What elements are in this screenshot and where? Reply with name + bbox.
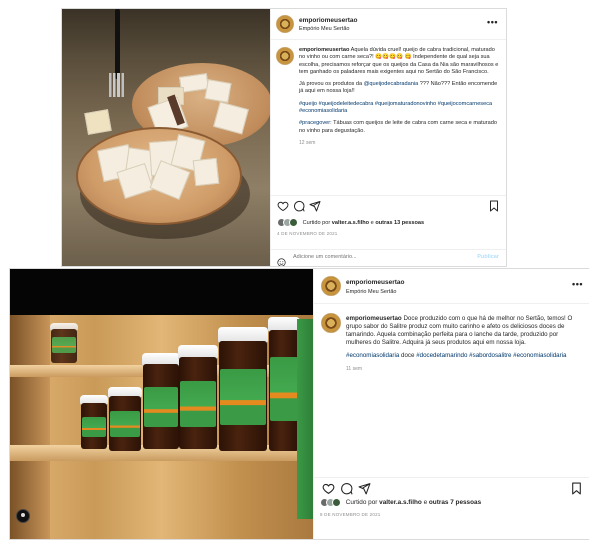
hashtag-pracegover[interactable]: #pracegover bbox=[299, 120, 330, 126]
liker-avatar bbox=[289, 218, 298, 227]
avatar[interactable] bbox=[321, 313, 341, 333]
heart-icon[interactable] bbox=[277, 200, 289, 212]
comment-box: Publicar bbox=[271, 249, 506, 266]
instagram-post-tamarind: emporiomeusertao Empório Meu Sertão ••• … bbox=[9, 268, 589, 540]
avatar[interactable] bbox=[321, 276, 341, 296]
post-age: 11 sem bbox=[346, 366, 363, 372]
cheese-wedge bbox=[192, 157, 220, 187]
more-icon[interactable]: ••• bbox=[572, 279, 583, 289]
caption-plain-word: doce bbox=[399, 352, 417, 359]
instagram-post-cheese: emporiomeusertao Empório Meu Sertão ••• … bbox=[61, 8, 507, 267]
fork-tines bbox=[109, 73, 124, 97]
photo-dark-top bbox=[10, 269, 313, 315]
liked-by-user[interactable]: valter.a.s.filho bbox=[332, 220, 369, 226]
likes-summary[interactable]: Curtido por valter.a.s.filho e outras 7 … bbox=[320, 498, 481, 507]
share-icon[interactable] bbox=[358, 482, 371, 495]
heart-icon[interactable] bbox=[322, 482, 335, 495]
caption-area: emporiomeusertao Doce produzido com o qu… bbox=[314, 309, 589, 459]
post-sidebar: emporiomeusertao Empório Meu Sertão ••• … bbox=[313, 269, 589, 539]
cheese-piece bbox=[84, 109, 112, 135]
liked-by-prefix: Curtido por bbox=[345, 499, 380, 506]
post-photo-jars-shelf[interactable] bbox=[10, 269, 313, 539]
fork-handle bbox=[115, 9, 120, 79]
share-icon[interactable] bbox=[309, 200, 321, 212]
post-username[interactable]: emporiomeusertao bbox=[299, 17, 358, 24]
jam-jar bbox=[142, 353, 180, 449]
more-icon[interactable]: ••• bbox=[487, 17, 498, 27]
bookmark-icon[interactable] bbox=[488, 200, 500, 212]
action-bar bbox=[271, 195, 506, 214]
jam-jar bbox=[108, 387, 142, 451]
hashtag[interactable]: #economiasolidaria bbox=[346, 352, 399, 359]
post-age: 12 sem bbox=[299, 139, 316, 146]
post-username[interactable]: emporiomeusertao bbox=[346, 279, 405, 286]
liked-by-mid: e bbox=[421, 499, 429, 506]
jam-jar bbox=[80, 395, 108, 449]
liked-by-user[interactable]: valter.a.s.filho bbox=[379, 499, 422, 506]
action-bar bbox=[314, 477, 589, 496]
post-photo-cheese-board[interactable] bbox=[62, 9, 270, 266]
avatar[interactable] bbox=[276, 15, 294, 33]
caption-username[interactable]: emporiomeusertao bbox=[346, 315, 402, 322]
caption-text: emporiomeusertao Aquela dúvida cruel! qu… bbox=[299, 47, 500, 147]
profile-tag-icon[interactable] bbox=[16, 509, 30, 523]
liked-by-others[interactable]: outras 7 pessoas bbox=[429, 499, 481, 506]
jam-jar-upper-shelf bbox=[50, 323, 78, 363]
caption-paragraph: Já provou os produtos da bbox=[299, 81, 364, 88]
post-sidebar: emporiomeusertao Empório Meu Sertão ••• … bbox=[270, 9, 506, 266]
mention-link[interactable]: @queijodecabradania bbox=[364, 81, 419, 87]
liked-by-prefix: Curtido por bbox=[302, 219, 332, 226]
jam-jar bbox=[178, 345, 218, 449]
comment-icon[interactable] bbox=[293, 200, 305, 212]
liker-avatar bbox=[332, 498, 341, 507]
liked-by-others[interactable]: outras 13 pessoas bbox=[375, 220, 424, 226]
comment-icon[interactable] bbox=[340, 482, 353, 495]
shelf-side-panel bbox=[10, 315, 50, 539]
post-location[interactable]: Empório Meu Sertão bbox=[346, 289, 396, 295]
comment-input[interactable] bbox=[293, 254, 443, 260]
jam-jar bbox=[268, 317, 300, 451]
post-location[interactable]: Empório Meu Sertão bbox=[299, 26, 349, 32]
jar-partial-right bbox=[297, 319, 313, 519]
cheese-piece bbox=[204, 79, 232, 103]
caption-text: emporiomeusertao Doce produzido com o qu… bbox=[346, 315, 585, 373]
caption-area: emporiomeusertao Aquela dúvida cruel! qu… bbox=[271, 45, 506, 193]
avatar[interactable] bbox=[276, 47, 294, 65]
emoji-icon[interactable] bbox=[277, 254, 286, 266]
hashtags[interactable]: #docedetamarindo #sabordosalitre #econom… bbox=[416, 352, 566, 359]
jam-jar bbox=[218, 327, 268, 451]
post-date: 4 DE NOVEMBRO DE 2021 bbox=[277, 231, 338, 236]
post-header: emporiomeusertao Empório Meu Sertão ••• bbox=[314, 269, 589, 304]
post-header: emporiomeusertao Empório Meu Sertão ••• bbox=[271, 9, 506, 40]
post-date: 8 DE NOVEMBRO DE 2021 bbox=[320, 512, 381, 517]
bookmark-icon[interactable] bbox=[570, 482, 583, 495]
hashtags[interactable]: #queijo #queijodeleitedecabra #queijomat… bbox=[299, 101, 500, 116]
publish-button[interactable]: Publicar bbox=[477, 254, 499, 260]
caption-username[interactable]: emporiomeusertao bbox=[299, 47, 349, 53]
likes-summary[interactable]: Curtido por valter.a.s.filho e outras 13… bbox=[277, 218, 424, 227]
